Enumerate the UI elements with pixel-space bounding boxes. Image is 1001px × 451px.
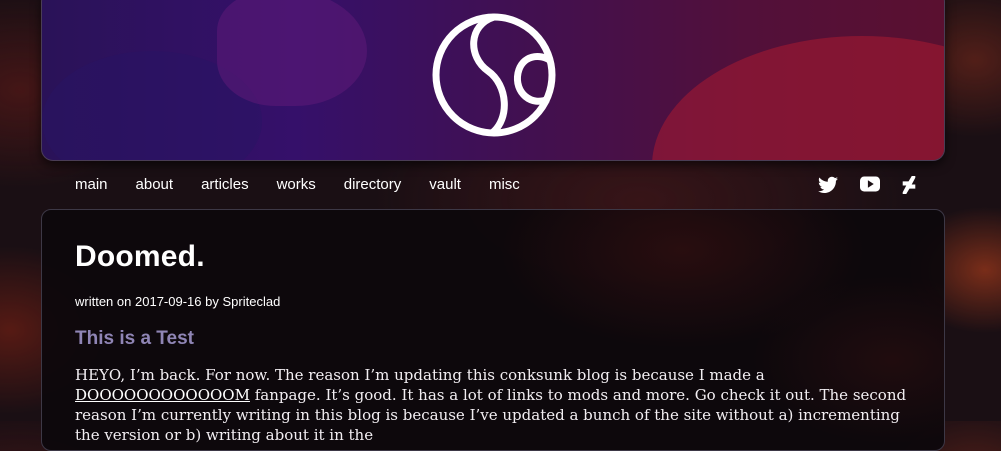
nav-item-articles[interactable]: articles	[201, 174, 249, 196]
nav-item-vault[interactable]: vault	[429, 174, 461, 196]
post-subheading: This is a Test	[75, 328, 194, 349]
article-card: Doomed. written on 2017-09-16 by Spritec…	[41, 209, 945, 451]
youtube-icon[interactable]	[860, 176, 882, 194]
post-author: Spriteclad	[222, 294, 281, 309]
byline-prefix: written on	[75, 294, 132, 309]
logo-icon	[432, 13, 556, 137]
post-body: HEYO, I’m back. For now. The reason I’m …	[75, 365, 915, 445]
site-logo[interactable]	[430, 11, 558, 139]
nav-item-main[interactable]: main	[75, 174, 108, 196]
deviantart-icon[interactable]	[902, 176, 924, 194]
banner-blob	[652, 36, 944, 160]
byline-by: by	[205, 294, 219, 309]
post-date: 2017-09-16	[135, 294, 202, 309]
nav-item-directory[interactable]: directory	[344, 174, 402, 196]
twitter-icon[interactable]	[818, 176, 840, 194]
main-nav: main about articles works directory vaul…	[75, 174, 548, 196]
social-links	[818, 176, 924, 194]
post-byline: written on 2017-09-16 by Spriteclad	[75, 294, 280, 309]
nav-item-about[interactable]: about	[136, 174, 174, 196]
banner-blob	[217, 0, 367, 106]
header-banner	[41, 0, 945, 161]
nav-item-works[interactable]: works	[277, 174, 316, 196]
body-text-start: HEYO, I’m back. For now. The reason I’m …	[75, 366, 765, 384]
post-title: Doomed.	[75, 240, 205, 273]
doom-fanpage-link[interactable]: DOOOOOOOOOOOOM	[75, 386, 250, 404]
nav-item-misc[interactable]: misc	[489, 174, 520, 196]
